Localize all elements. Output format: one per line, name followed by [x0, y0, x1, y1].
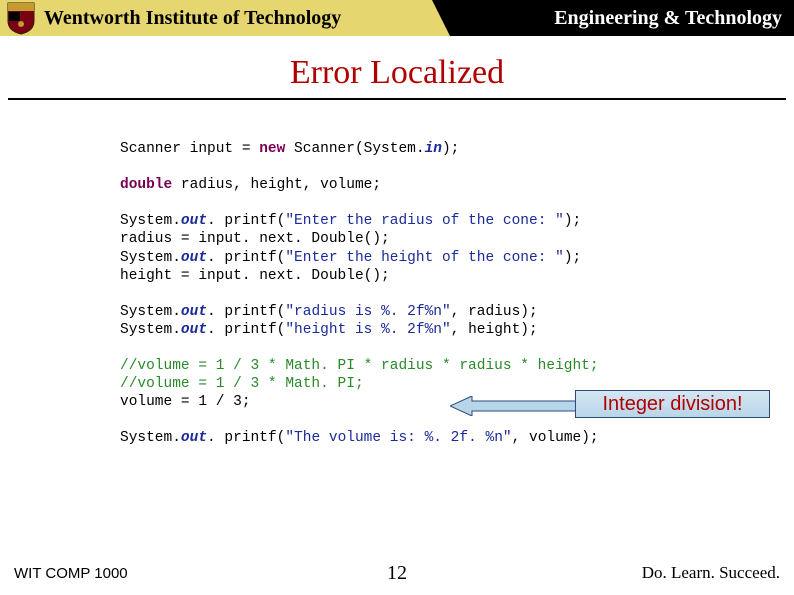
- code-line: System.out. printf("Enter the height of …: [120, 249, 724, 267]
- arrow-left-icon: [450, 396, 580, 414]
- code-line: height = input. next. Double();: [120, 267, 724, 285]
- shield-icon: [6, 1, 36, 35]
- callout-text: Integer division!: [602, 392, 742, 417]
- slide-footer: WIT COMP 1000 12 Do. Learn. Succeed.: [0, 563, 794, 583]
- institute-name: Wentworth Institute of Technology: [44, 7, 341, 30]
- code-line: double radius, height, volume;: [120, 176, 724, 194]
- code-line: System.out. printf("The volume is: %. 2f…: [120, 429, 724, 447]
- code-block: Scanner input = new Scanner(System.in); …: [0, 100, 794, 448]
- callout-box: Integer division!: [575, 390, 770, 418]
- page-number: 12: [387, 562, 407, 585]
- slide-title: Error Localized: [290, 54, 504, 92]
- header-right: Engineering & Technology: [450, 0, 794, 36]
- code-line: radius = input. next. Double();: [120, 230, 724, 248]
- code-line: System.out. printf("Enter the radius of …: [120, 212, 724, 230]
- title-area: Error Localized: [0, 36, 794, 100]
- department-name: Engineering & Technology: [554, 7, 782, 30]
- code-line: Scanner input = new Scanner(System.in);: [120, 140, 724, 158]
- motto: Do. Learn. Succeed.: [642, 563, 780, 583]
- course-code: WIT COMP 1000: [14, 565, 128, 582]
- code-line: //volume = 1 / 3 * Math. PI * radius * r…: [120, 357, 724, 375]
- header-left: Wentworth Institute of Technology: [0, 0, 450, 36]
- slide-header: Wentworth Institute of Technology Engine…: [0, 0, 794, 36]
- code-line: System.out. printf("height is %. 2f%n", …: [120, 321, 724, 339]
- code-line: System.out. printf("radius is %. 2f%n", …: [120, 303, 724, 321]
